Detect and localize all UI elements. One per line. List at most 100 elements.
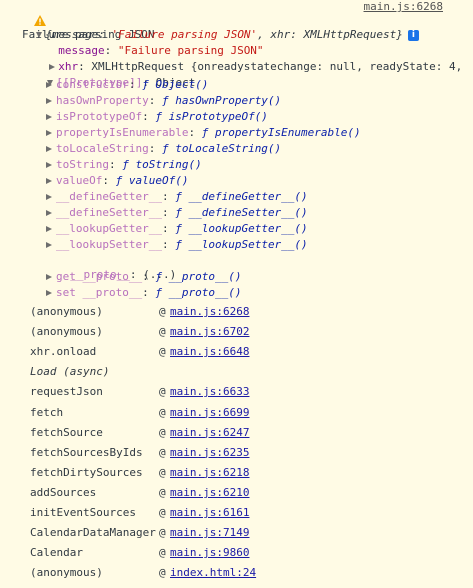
stack-frame: fetchSource @ main.js:6247 xyxy=(0,425,473,441)
frame-function: xhr.onload xyxy=(30,345,97,359)
frame-source-link[interactable]: main.js:6235 xyxy=(170,445,249,461)
expand-triangle-icon[interactable] xyxy=(46,98,52,104)
frame-source-link[interactable]: main.js:6702 xyxy=(170,324,249,340)
expand-triangle-icon[interactable] xyxy=(46,178,52,184)
expand-triangle-icon[interactable] xyxy=(46,114,52,120)
prop-xhr[interactable]: xhr: XMLHttpRequest {onreadystatechange:… xyxy=(36,46,462,73)
stack-frame: Calendar @ main.js:9860 xyxy=(0,545,473,561)
function-symbol: ƒ xyxy=(175,222,182,235)
stack-frame: (anonymous) @ main.js:6702 xyxy=(0,324,473,340)
member-key: isPrototypeOf xyxy=(56,110,143,123)
prototype-member[interactable]: valueOf: ƒ valueOf() xyxy=(46,174,188,188)
prototype-member[interactable]: constructor: ƒ Object() xyxy=(46,78,208,92)
frame-at: @ xyxy=(159,345,166,359)
member-key: toLocaleString xyxy=(56,142,149,155)
member-value: __proto__() xyxy=(168,270,242,283)
info-icon[interactable]: i xyxy=(407,29,419,41)
prototype-member[interactable]: isPrototypeOf: ƒ isPrototypeOf() xyxy=(46,110,268,124)
summary-close: } xyxy=(396,28,403,41)
frame-at: @ xyxy=(159,445,166,459)
frame-at: @ xyxy=(159,405,166,419)
member-key: __defineGetter__ xyxy=(56,190,162,203)
expand-triangle-icon[interactable] xyxy=(46,274,52,280)
proto-getter-line[interactable]: __proto__: (...) xyxy=(57,254,176,281)
stack-frame: addSources @ main.js:6210 xyxy=(0,485,473,501)
object-summary[interactable]: {message: 'Failure parsing JSON', xhr: X… xyxy=(23,14,419,41)
frame-source-link[interactable]: main.js:6268 xyxy=(170,304,249,320)
prototype-member[interactable]: __defineGetter__: ƒ __defineGetter__() xyxy=(46,190,308,204)
expand-triangle-icon[interactable] xyxy=(46,146,52,152)
frame-source-link[interactable]: main.js:6247 xyxy=(170,425,249,441)
function-symbol: ƒ xyxy=(155,110,162,123)
stack-frame: xhr.onload @ main.js:6648 xyxy=(0,344,473,360)
member-value: toLocaleString() xyxy=(175,142,282,155)
member-key: set __proto__ xyxy=(56,286,143,299)
frame-source-link[interactable]: main.js:6633 xyxy=(170,384,249,400)
frame-function: (anonymous) xyxy=(30,566,103,580)
accessor-member[interactable]: get __proto__: ƒ __proto__() xyxy=(46,270,241,284)
expand-triangle-icon[interactable] xyxy=(46,130,52,136)
frame-source-link[interactable]: index.html:24 xyxy=(170,565,256,581)
source-link[interactable]: main.js:6268 xyxy=(364,0,443,14)
frame-source-link[interactable]: main.js:6161 xyxy=(170,505,249,521)
member-key: hasOwnProperty xyxy=(56,94,149,107)
member-value: toString() xyxy=(135,158,202,171)
frame-at: @ xyxy=(159,485,166,499)
prototype-member[interactable]: propertyIsEnumerable: ƒ propertyIsEnumer… xyxy=(46,126,361,140)
colon: : xyxy=(161,206,176,219)
frame-source-link[interactable]: main.js:6210 xyxy=(170,485,249,501)
expand-triangle-icon[interactable] xyxy=(46,194,52,200)
frame-source-link[interactable]: main.js:7149 xyxy=(170,525,249,541)
prop-prototype[interactable]: [[Prototype]]: Object xyxy=(34,62,195,89)
colon: : xyxy=(142,270,156,283)
prototype-member[interactable]: __defineSetter__: ƒ __defineSetter__() xyxy=(46,206,308,220)
frame-at: @ xyxy=(159,325,166,339)
member-key: toString xyxy=(56,158,109,171)
frame-source-link[interactable]: main.js:9860 xyxy=(170,545,249,561)
frame-at: @ xyxy=(159,566,166,580)
frame-source-link[interactable]: main.js:6699 xyxy=(170,405,249,421)
frame-source-link[interactable]: main.js:6218 xyxy=(170,465,249,481)
stack-frame: (anonymous) @ main.js:6268 xyxy=(0,304,473,320)
expand-triangle-icon[interactable] xyxy=(46,290,52,296)
member-value: __defineGetter__() xyxy=(188,190,308,203)
member-value: isPrototypeOf() xyxy=(168,110,268,123)
colon: : xyxy=(148,142,162,155)
frame-function: Load (async) xyxy=(30,365,110,379)
frame-function: Calendar xyxy=(30,546,83,560)
member-value: __proto__() xyxy=(168,286,242,299)
expand-triangle-icon[interactable] xyxy=(46,82,52,88)
frame-function: requestJson xyxy=(30,385,103,399)
prototype-member[interactable]: toString: ƒ toString() xyxy=(46,158,202,172)
expand-triangle-icon[interactable] xyxy=(46,210,52,216)
member-value: hasOwnProperty() xyxy=(175,94,282,107)
function-symbol: ƒ xyxy=(175,190,182,203)
expand-triangle-icon[interactable] xyxy=(46,162,52,168)
function-symbol: ƒ xyxy=(142,78,149,91)
expand-triangle-icon[interactable] xyxy=(36,32,43,38)
frame-source-link[interactable]: main.js:6648 xyxy=(170,344,249,360)
member-value: Object() xyxy=(155,78,209,91)
function-symbol: ƒ xyxy=(175,206,182,219)
console-warning-header[interactable]: Failure parsing JSON main.js:6268 xyxy=(0,0,473,41)
member-value: propertyIsEnumerable() xyxy=(214,126,361,139)
frame-function: addSources xyxy=(30,485,97,499)
colon: : xyxy=(142,286,156,299)
prototype-member[interactable]: __lookupGetter__: ƒ __lookupGetter__() xyxy=(46,222,308,236)
summary-mid: , xhr: xyxy=(257,28,304,41)
frame-function: (anonymous) xyxy=(30,325,103,339)
colon: : xyxy=(128,78,143,91)
accessor-member[interactable]: set __proto__: ƒ __proto__() xyxy=(46,286,241,300)
frame-at: @ xyxy=(159,385,166,399)
prototype-member[interactable]: toLocaleString: ƒ toLocaleString() xyxy=(46,142,281,156)
colon: : xyxy=(161,222,176,235)
frame-function: fetchDirtySources xyxy=(30,465,143,479)
prototype-member[interactable]: __lookupSetter__: ƒ __lookupSetter__() xyxy=(46,238,308,252)
expand-triangle-icon[interactable] xyxy=(46,242,52,248)
prototype-member[interactable]: hasOwnProperty: ƒ hasOwnProperty() xyxy=(46,94,281,108)
frame-at: @ xyxy=(159,546,166,560)
colon: : xyxy=(108,158,123,171)
stack-frame: fetchDirtySources @ main.js:6218 xyxy=(0,465,473,481)
expand-triangle-icon[interactable] xyxy=(46,226,52,232)
warning-icon xyxy=(7,1,46,26)
